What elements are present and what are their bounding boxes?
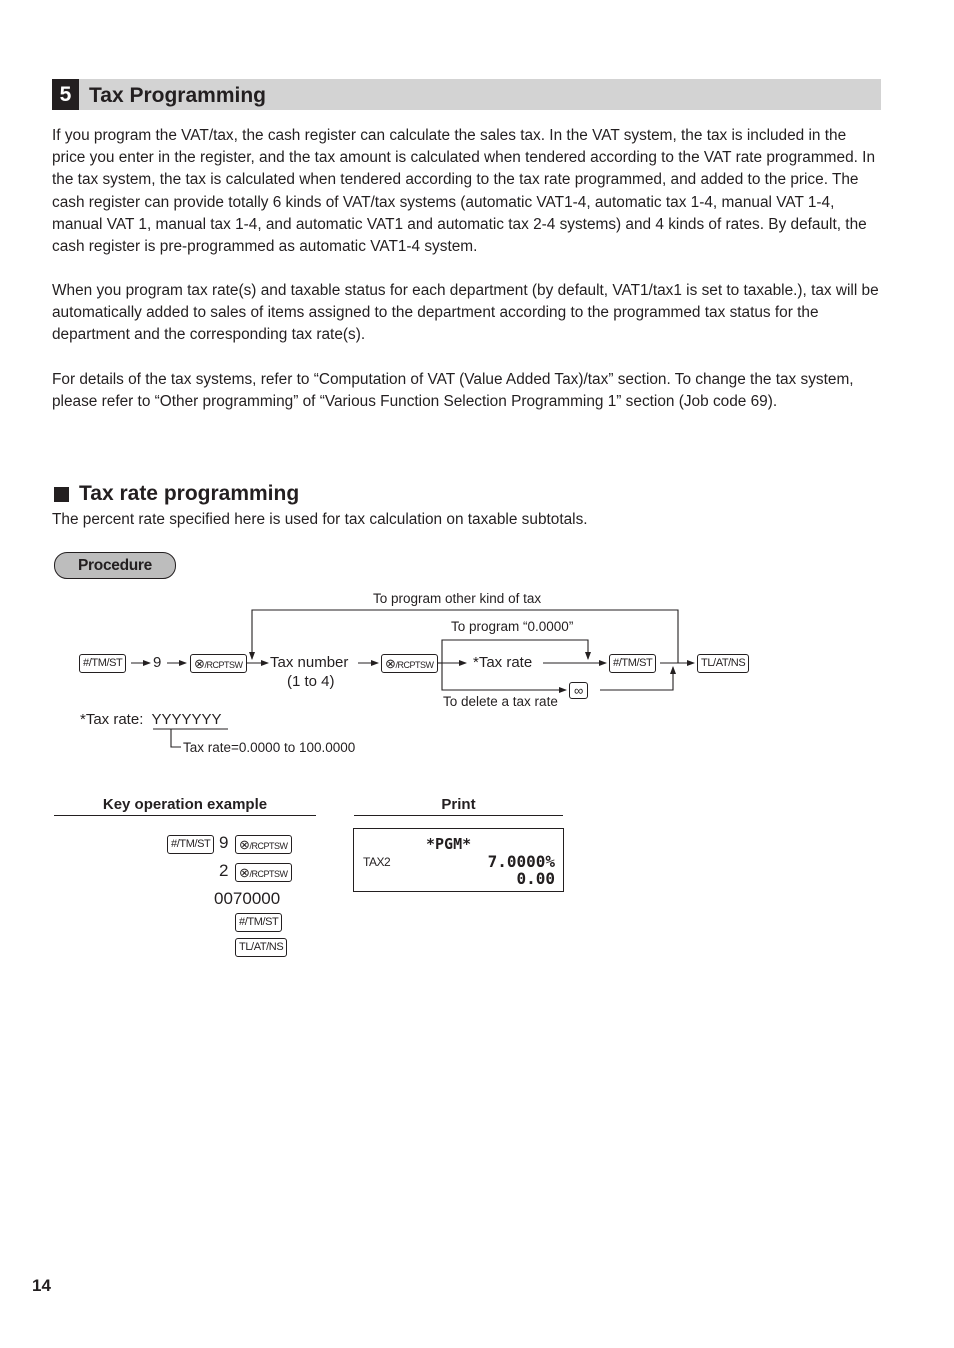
tax-rate-note: *Tax rate: YYYYYYY — [80, 711, 222, 728]
key-label: /RCPTSW — [249, 841, 289, 851]
note-prefix: *Tax rate: — [80, 711, 148, 728]
print-header: Print — [441, 796, 476, 813]
note-format: YYYYYYY — [151, 711, 222, 728]
subsection-description: The percent rate specified here is used … — [52, 511, 588, 528]
details-paragraph: For details of the tax systems, refer to… — [52, 371, 854, 411]
example-key-tm-st: #/TM/ST — [167, 835, 215, 854]
note-bracket — [170, 729, 181, 748]
key-tm-st-2: #/TM/ST — [609, 654, 657, 673]
procedure-badge: Procedure — [54, 552, 176, 579]
square-bullet-icon — [54, 487, 69, 502]
delete-rate-label: To delete a tax rate — [443, 694, 558, 709]
receipt-amount: 0.00 — [516, 869, 555, 888]
tax-rate-range: Tax rate=0.0000 to 100.0000 — [183, 740, 356, 755]
clear-infinity-icon: ∞ — [574, 683, 583, 698]
key-tl-at-ns: TL/AT/NS — [697, 654, 750, 673]
key-label: #/TM/ST — [613, 657, 653, 669]
key-label: #/TM/ST — [83, 657, 123, 669]
subsection-title: Tax rate programming — [79, 482, 300, 505]
key-rcptsw-2: ⊗/RCPTSW — [381, 654, 438, 673]
multiply-circle-icon: ⊗ — [239, 837, 250, 852]
example-rate-value: 0070000 — [214, 889, 281, 908]
tax-number-range: (1 to 4) — [287, 673, 335, 690]
key-tm-st: #/TM/ST — [79, 654, 127, 673]
multiply-circle-icon: ⊗ — [239, 865, 250, 880]
key-rcptsw: ⊗/RCPTSW — [190, 654, 247, 673]
print-rule — [354, 815, 563, 816]
example-digit-2: 2 — [219, 861, 229, 880]
program-zero-label: To program “0.0000” — [451, 619, 574, 634]
section-number: 5 — [52, 79, 79, 110]
key-label: /RCPTSW — [395, 660, 435, 670]
department-paragraph: When you program tax rate(s) and taxable… — [52, 282, 879, 344]
key-operation-header: Key operation example — [102, 796, 268, 813]
key-label: #/TM/ST — [171, 838, 211, 850]
example-key-tl-at-ns: TL/AT/NS — [235, 938, 288, 957]
receipt-header: *PGM* — [426, 835, 472, 853]
example-key-rcptsw: ⊗/RCPTSW — [235, 835, 292, 854]
loop-label: To program other kind of tax — [373, 591, 542, 606]
digit-9: 9 — [153, 654, 162, 671]
key-operation-rule — [54, 815, 316, 816]
example-key-rcptsw-2: ⊗/RCPTSW — [235, 863, 292, 882]
example-key-tm-st-2: #/TM/ST — [235, 913, 283, 932]
intro-paragraph: If you program the VAT/tax, the cash reg… — [52, 127, 876, 256]
key-label: TL/AT/NS — [239, 941, 284, 953]
multiply-circle-icon: ⊗ — [194, 656, 205, 671]
page-number: 14 — [32, 1276, 51, 1295]
multiply-circle-icon: ⊗ — [385, 656, 396, 671]
key-label: #/TM/ST — [239, 916, 279, 928]
section-title: Tax Programming — [89, 84, 266, 107]
example-digit-9: 9 — [219, 833, 229, 852]
key-label: /RCPTSW — [204, 660, 244, 670]
tax-number-label: Tax number — [270, 654, 349, 671]
key-label: TL/AT/NS — [701, 657, 746, 669]
receipt-printout: *PGM* TAX2 7.0000% 0.00 — [353, 828, 564, 892]
receipt-tax-label: TAX2 — [363, 855, 391, 869]
tax-rate-label: *Tax rate — [473, 654, 533, 671]
key-label: /RCPTSW — [249, 869, 289, 879]
key-clear: ∞ — [569, 682, 588, 699]
